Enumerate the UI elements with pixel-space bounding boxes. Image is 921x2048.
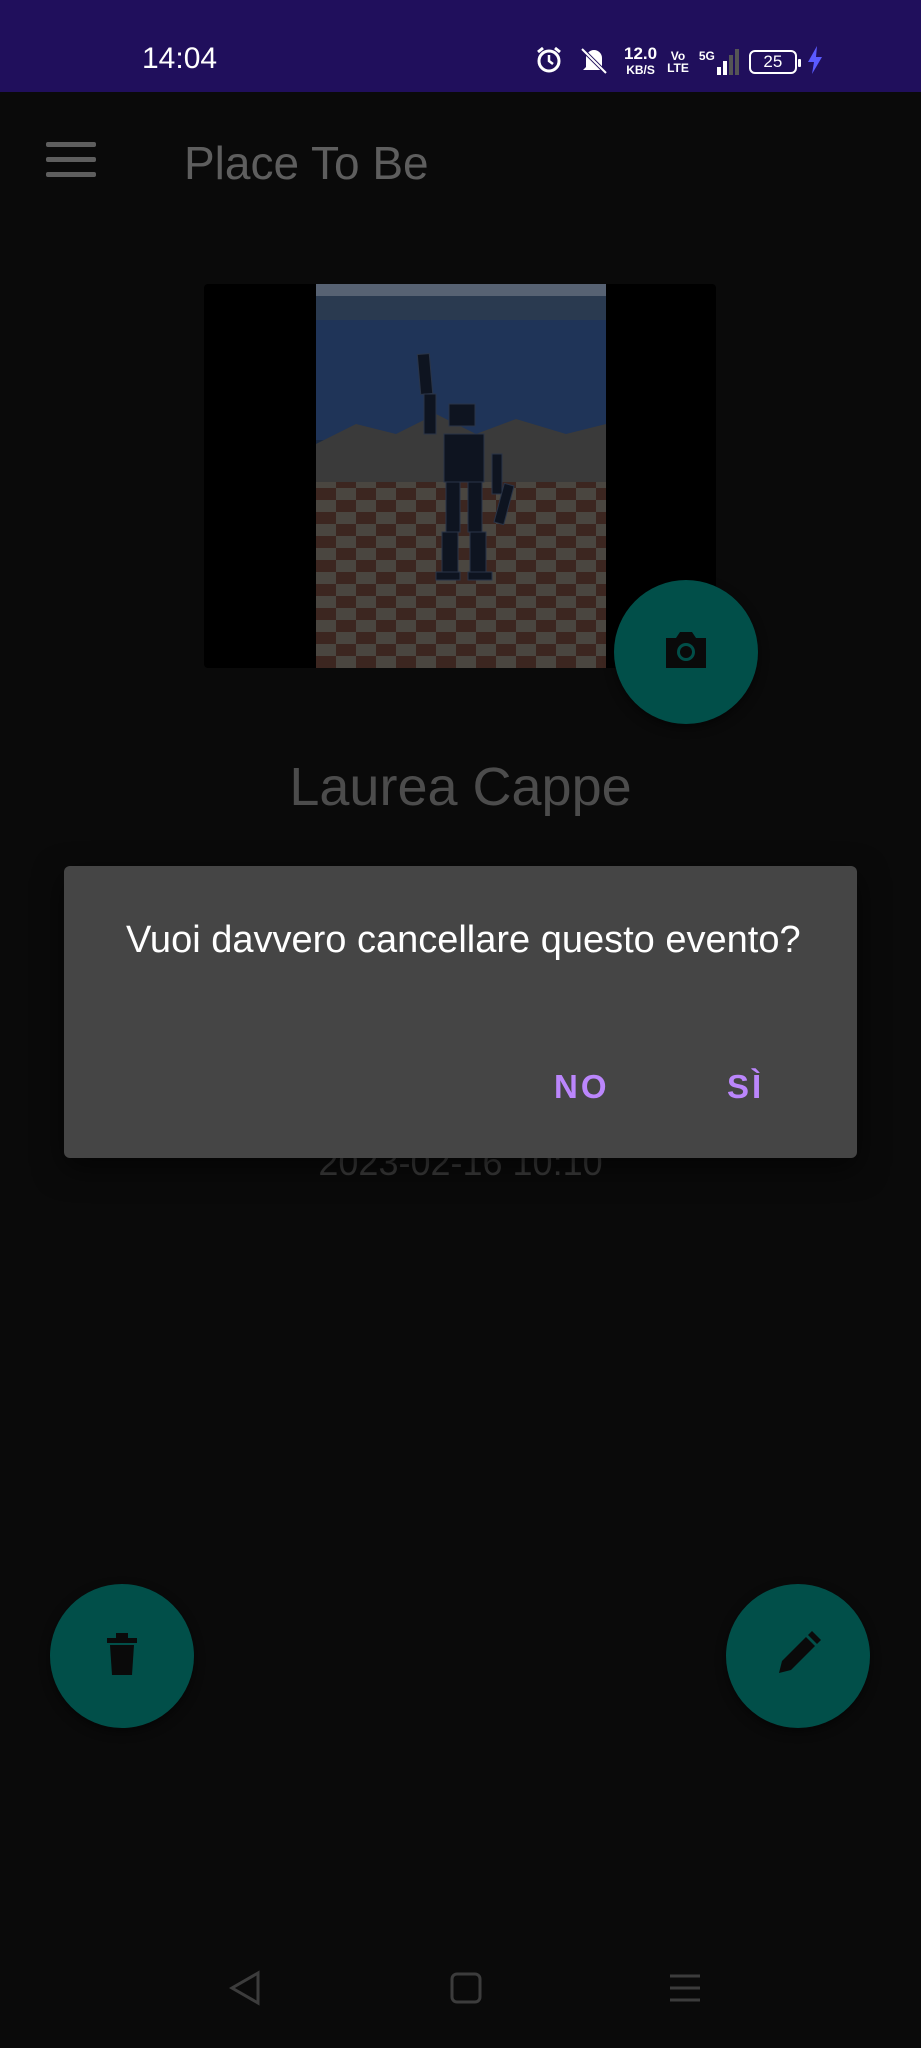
trash-icon	[105, 1632, 139, 1681]
status-bar: 14:04 12.0 KB/S Vo LTE 5G 25	[0, 0, 921, 92]
battery-icon: 25	[748, 50, 801, 74]
bell-off-icon	[574, 45, 614, 80]
dialog-message: Vuoi davvero cancellare questo evento?	[126, 919, 801, 961]
app-title: Place To Be	[184, 137, 429, 189]
camera-button[interactable]	[614, 580, 758, 724]
system-nav-bar	[0, 1930, 921, 2048]
edit-button[interactable]	[726, 1584, 870, 1728]
delete-button[interactable]	[50, 1584, 194, 1728]
charging-icon	[807, 45, 823, 79]
no-button[interactable]: NO	[554, 1068, 610, 1106]
net-speed-unit: KB/S	[626, 63, 655, 77]
home-icon[interactable]	[449, 1970, 483, 2011]
network-type: 5G	[698, 49, 715, 63]
yes-button[interactable]: SÌ	[727, 1068, 764, 1106]
signal-icon: 5G	[699, 49, 739, 75]
volte-bottom: LTE	[667, 61, 689, 75]
app-bar: Place To Be	[0, 92, 921, 232]
battery-level: 25	[763, 52, 783, 71]
net-speed: 12.0 KB/S	[624, 44, 658, 78]
status-time: 14:04	[142, 42, 218, 75]
recents-icon[interactable]	[668, 1970, 702, 2011]
volte-icon: Vo LTE	[667, 50, 689, 74]
net-speed-value: 12.0	[624, 44, 658, 63]
alarm-icon	[534, 45, 564, 80]
delete-confirm-dialog: Vuoi davvero cancellare questo evento? N…	[64, 866, 857, 1158]
back-icon[interactable]	[228, 1970, 262, 2011]
event-title: Laurea Cappe	[289, 757, 632, 817]
status-icons: 12.0 KB/S Vo LTE 5G 25	[534, 42, 823, 82]
camera-icon	[662, 630, 710, 675]
hamburger-menu-icon[interactable]	[46, 142, 96, 182]
event-photo	[316, 284, 606, 668]
pencil-icon	[773, 1629, 823, 1684]
